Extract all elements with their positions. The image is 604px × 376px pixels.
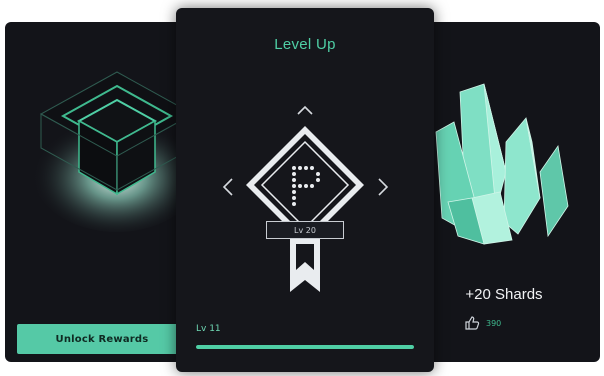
- level-up-card: Level Up Lv 20 Lv 11: [176, 8, 434, 372]
- chevron-right-icon[interactable]: [376, 176, 390, 198]
- unlock-rewards-button[interactable]: Unlock Rewards: [17, 324, 187, 354]
- chevron-left-icon[interactable]: [221, 176, 235, 198]
- target-level-badge: Lv 20: [266, 221, 344, 239]
- level-emblem-icon: [246, 126, 364, 292]
- level-progress-fill: [196, 345, 414, 349]
- crystal-icon: [435, 83, 569, 245]
- unlock-rewards-card: Unlock Rewards: [5, 22, 201, 362]
- shards-reward-card: +20 Shards 390: [408, 22, 600, 362]
- reward-label: +20 Shards: [465, 286, 543, 303]
- thumbs-up-icon: [465, 316, 480, 330]
- reward-row: 390: [464, 316, 501, 330]
- chevron-up-icon[interactable]: [295, 104, 315, 116]
- reward-value: 390: [486, 318, 502, 328]
- level-up-title: Level Up: [274, 36, 336, 53]
- current-level-label: Lv 11: [196, 324, 221, 334]
- level-progress-bar: [196, 345, 414, 349]
- cube-stack-icon: [32, 71, 201, 232]
